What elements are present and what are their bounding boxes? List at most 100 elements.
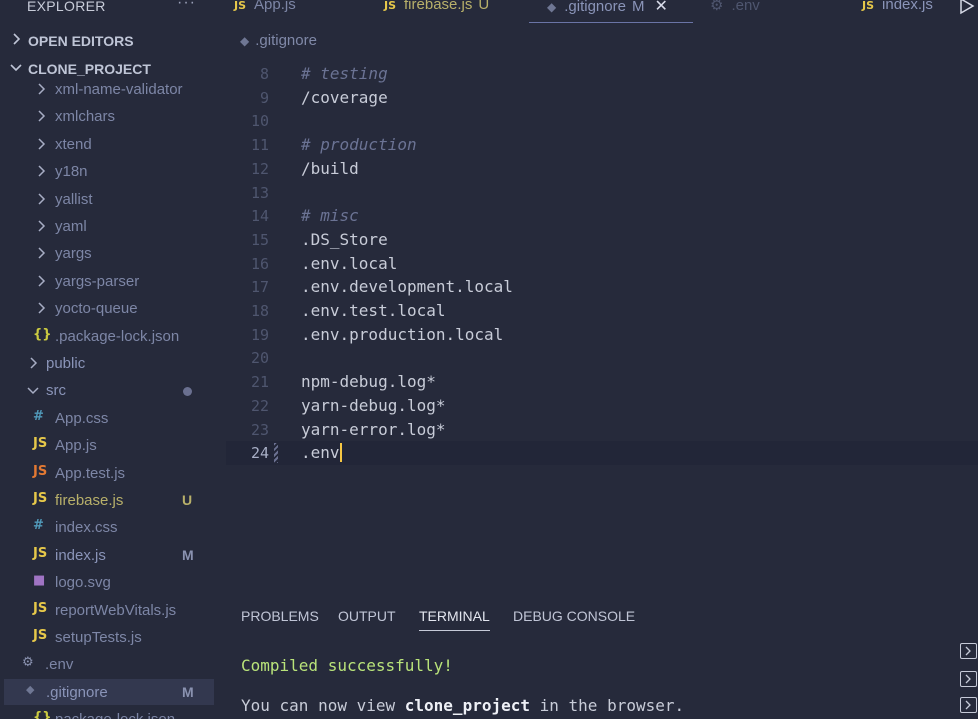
code-line[interactable]: 21 npm-debug.log*	[226, 370, 978, 394]
code-text: /coverage	[301, 87, 388, 107]
javascript-file-icon: JS	[33, 600, 48, 616]
line-number: 19	[250, 325, 269, 344]
file-tree-item[interactable]: yargs-parser	[0, 268, 226, 294]
file-tree-item[interactable]: JS setupTests.js	[0, 624, 226, 650]
file-tree-item[interactable]: ■ logo.svg	[0, 569, 226, 595]
git-status-badge: M	[182, 546, 194, 563]
code-text: .env.local	[301, 253, 398, 273]
chevron-right-icon	[38, 247, 46, 259]
file-tree-item[interactable]: ⚙ .env	[0, 651, 226, 677]
file-tree-item-label: index.css	[55, 519, 118, 537]
code-line[interactable]: 15 .DS_Store	[226, 228, 978, 252]
more-actions-icon[interactable]: ···	[177, 0, 196, 12]
file-tree-item-label: public	[46, 355, 86, 372]
file-tree-item[interactable]: yaml	[0, 213, 226, 239]
chevron-right-icon	[30, 357, 38, 369]
file-tree-item-label: yargs	[55, 245, 92, 263]
file-tree-item[interactable]: xml-name-validator	[0, 76, 226, 102]
file-tree-item[interactable]: JS firebase.js U	[0, 487, 226, 513]
file-tree-item[interactable]: xmlchars	[0, 103, 226, 129]
git-status-badge: U	[182, 492, 193, 508]
code-line[interactable]: 11 # production	[226, 133, 978, 157]
tab-output[interactable]: OUTPUT	[338, 608, 396, 624]
tab-gitignore[interactable]: ◆ .gitignore M ✕	[529, 0, 693, 23]
code-text: .env	[301, 443, 342, 463]
tab-env[interactable]: ⚙ .env	[710, 0, 760, 22]
file-tree-item-label: logo.svg	[55, 574, 111, 592]
line-number: 24	[250, 444, 269, 463]
file-tree-item[interactable]: JS App.js	[0, 432, 226, 458]
panel-tabs: PROBLEMS OUTPUT TERMINAL DEBUG CONSOLE	[226, 602, 978, 632]
tab-label: index.js	[882, 0, 933, 13]
code-text: .env.production.local	[301, 324, 504, 344]
explorer-header: EXPLORER ···	[0, 0, 226, 14]
file-tree-item[interactable]: yocto-queue	[0, 295, 226, 321]
terminal-line-compiled: Compiled successfully!	[241, 656, 453, 675]
file-tree-item[interactable]: ◆ .gitignore M	[4, 678, 214, 705]
code-line[interactable]: 14 # misc	[226, 204, 978, 228]
code-line[interactable]: 10	[226, 109, 978, 133]
file-tree-item[interactable]: # App.css	[0, 405, 226, 431]
line-number: 22	[250, 396, 269, 415]
file-tree-item[interactable]: {}package-lock.json	[0, 706, 226, 719]
code-line[interactable]: 13	[226, 181, 978, 205]
file-tree-item-label: App.test.js	[55, 464, 126, 482]
terminal-text: You can now view	[241, 696, 405, 715]
file-tree-item[interactable]: JS index.js M	[0, 542, 226, 568]
file-tree-item-label: App.js	[55, 437, 97, 455]
git-file-icon: ◆	[26, 682, 35, 696]
code-line[interactable]: 22 yarn-debug.log*	[226, 394, 978, 418]
line-number: 23	[250, 420, 269, 439]
file-tree-item[interactable]: yallist	[0, 186, 226, 212]
code-line[interactable]: 9/coverage	[226, 86, 978, 110]
code-line[interactable]: 16 .env.local	[226, 252, 978, 276]
code-editor[interactable]: 8 # testing 9/coverage 10 11 # production 12/b…	[226, 62, 978, 492]
file-tree-item[interactable]: {} .package-lock.json	[0, 323, 226, 349]
line-number: 20	[250, 349, 269, 368]
file-tree-item-label: xml-name-validator	[55, 81, 183, 98]
run-icon[interactable]	[958, 0, 976, 15]
terminal-toggle-icon[interactable]	[960, 697, 977, 713]
file-tree-item[interactable]: xtend	[0, 131, 226, 157]
code-text: .env.test.local	[301, 301, 446, 320]
tab-debug-console[interactable]: DEBUG CONSOLE	[513, 608, 635, 624]
file-tree-item[interactable]: JS reportWebVitals.js	[0, 597, 226, 623]
terminal-toggle-icon[interactable]	[960, 643, 977, 659]
chevron-right-icon	[13, 33, 21, 45]
code-line[interactable]: 8 # testing	[226, 62, 978, 86]
code-line[interactable]: 24 .env	[226, 441, 978, 466]
terminal-toggle-icon[interactable]	[960, 671, 977, 687]
tab-index-js[interactable]: JS index.js	[862, 0, 933, 22]
git-status-badge: M	[182, 683, 194, 700]
project-name: clone_project	[404, 696, 530, 715]
breadcrumb[interactable]: ◆ .gitignore	[240, 32, 317, 49]
code-line[interactable]: 23 yarn-error.log*	[226, 418, 978, 442]
line-number: 13	[250, 183, 269, 202]
file-tree-item[interactable]: y18n	[0, 158, 226, 184]
code-line[interactable]: 19 .env.production.local	[226, 323, 978, 347]
line-number: 11	[250, 136, 269, 155]
file-tree-item[interactable]: yargs	[0, 240, 226, 266]
code-text: yarn-debug.log*	[301, 395, 446, 415]
file-tree-item-label: package-lock.json	[55, 711, 175, 719]
code-text: .DS_Store	[301, 229, 388, 249]
tab-problems[interactable]: PROBLEMS	[241, 608, 319, 624]
terminal-output[interactable]: Compiled successfully! You can now view …	[226, 640, 978, 719]
file-tree-item[interactable]: src	[0, 377, 226, 403]
tab-app-js[interactable]: JS App.js	[234, 0, 296, 22]
open-editors-section[interactable]: OPEN EDITORS	[0, 28, 226, 54]
close-icon[interactable]: ✕	[654, 0, 667, 15]
tab-terminal[interactable]: TERMINAL	[419, 608, 490, 631]
line-number: 18	[250, 302, 269, 320]
code-line[interactable]: 17 .env.development.local	[226, 275, 978, 299]
code-line[interactable]: 12/build	[226, 157, 978, 181]
code-line[interactable]: 18 .env.test.local	[226, 299, 978, 323]
file-tree-item[interactable]: # index.css	[0, 514, 226, 540]
file-tree-item[interactable]: JS App.test.js	[0, 460, 226, 486]
tab-firebase-js[interactable]: JS firebase.js U	[384, 0, 489, 22]
file-tree-item[interactable]: public	[0, 350, 226, 376]
code-line[interactable]: 20	[226, 346, 978, 370]
file-tree-item-label: yocto-queue	[55, 300, 138, 318]
git-file-icon: ◆	[240, 34, 250, 48]
editor-area: JS App.js JS firebase.js U ◆ .gitignore M ✕ ⚙.…	[226, 0, 978, 719]
